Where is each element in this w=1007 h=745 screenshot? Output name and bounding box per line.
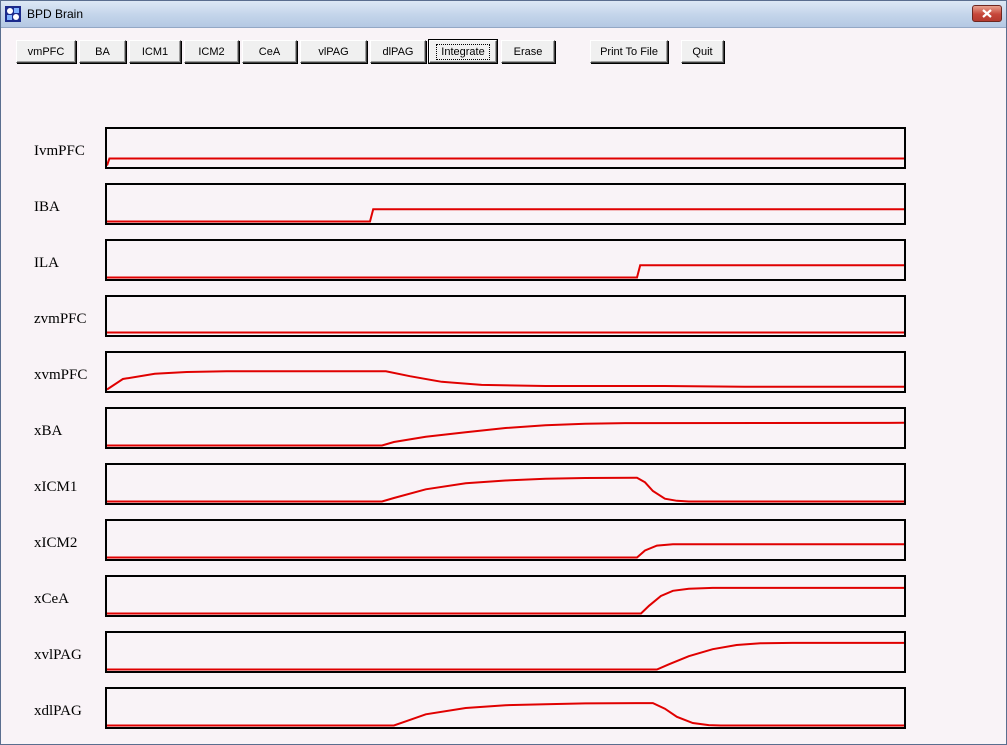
erase-button[interactable]: Erase: [501, 40, 555, 63]
plot-frame-iba: [105, 183, 906, 225]
panel-label-xdlpag: xdlPAG: [34, 703, 82, 719]
integrate-button-label: Integrate: [436, 43, 490, 60]
panel-label-xicm1: xICM1: [34, 479, 78, 495]
plot-frame-xdlpag: [105, 687, 906, 729]
trace-line-ila: [107, 264, 904, 279]
cea-button-label: CeA: [258, 45, 281, 58]
trace-line-xba: [107, 421, 904, 447]
trace-line-xdlpag: [107, 702, 904, 727]
close-button[interactable]: [972, 5, 1002, 22]
vlpag-button[interactable]: vlPAG: [300, 40, 367, 63]
plot-frame-ivmpfc: [105, 127, 906, 169]
erase-button-label: Erase: [513, 45, 543, 58]
app-window: BPD Brain vmPFC BA ICM1 ICM2 CeA vlPAG d…: [0, 0, 1007, 745]
plot-area-xvmpfc: [107, 370, 904, 391]
plot-area-ila: [107, 264, 904, 279]
plot-area-xvlpag: [107, 641, 904, 671]
plot-frame-ila: [105, 239, 906, 281]
trace-line-xicm1: [107, 476, 904, 503]
trace-line-ivmpfc: [107, 157, 904, 166]
icm1-button[interactable]: ICM1: [129, 40, 181, 63]
plot-area-xba: [107, 421, 904, 447]
plot-frame-xicm2: [105, 519, 906, 561]
app-icon: [5, 6, 21, 22]
plot-area-iba: [107, 208, 904, 223]
quit-button-label: Quit: [692, 45, 713, 58]
panel-label-xcea: xCeA: [34, 591, 69, 607]
panel-label-ila: ILA: [34, 255, 59, 271]
plot-area-xcea: [107, 586, 904, 615]
panel-label-xba: xBA: [34, 423, 63, 439]
plot-area-ivmpfc: [107, 157, 904, 166]
plot-frame-xicm1: [105, 463, 906, 505]
cea-button[interactable]: CeA: [242, 40, 297, 63]
plot-area-xicm2: [107, 543, 904, 559]
print-to-file-button-label: Print To File: [600, 45, 658, 58]
title-bar[interactable]: BPD Brain: [1, 1, 1006, 28]
icm2-button-label: ICM2: [198, 45, 225, 58]
plot-area-xdlpag: [107, 702, 904, 727]
trace-line-xcea: [107, 586, 904, 615]
panel-label-xvmpfc: xvmPFC: [34, 367, 88, 383]
print-to-file-button[interactable]: Print To File: [590, 40, 668, 63]
integrate-button[interactable]: Integrate: [429, 40, 497, 63]
plot-frame-xba: [105, 407, 906, 449]
dlpag-button-label: dlPAG: [382, 45, 414, 58]
trace-line-xvlpag: [107, 641, 904, 671]
trace-line-iba: [107, 208, 904, 223]
plot-frame-xcea: [105, 575, 906, 617]
plot-area-xicm1: [107, 476, 904, 503]
close-icon: [982, 9, 992, 18]
vmpfc-button-label: vmPFC: [27, 45, 65, 58]
panel-label-iba: IBA: [34, 199, 60, 215]
panel-label-zvmpfc: zvmPFC: [34, 311, 87, 327]
client-area: vmPFC BA ICM1 ICM2 CeA vlPAG dlPAG Integ…: [1, 28, 1006, 744]
plot-area-zvmpfc: [107, 331, 904, 334]
quit-button[interactable]: Quit: [681, 40, 724, 63]
trace-line-xicm2: [107, 543, 904, 559]
window-title: BPD Brain: [27, 7, 84, 21]
trace-line-xvmpfc: [107, 370, 904, 391]
icm2-button[interactable]: ICM2: [184, 40, 239, 63]
plot-frame-zvmpfc: [105, 295, 906, 337]
panel-label-ivmpfc: IvmPFC: [34, 143, 85, 159]
icm1-button-label: ICM1: [141, 45, 169, 58]
plot-frame-xvmpfc: [105, 351, 906, 393]
panel-label-xicm2: xICM2: [34, 535, 78, 551]
dlpag-button[interactable]: dlPAG: [370, 40, 426, 63]
ba-button[interactable]: BA: [79, 40, 126, 63]
vlpag-button-label: vlPAG: [318, 45, 349, 58]
panel-label-xvlpag: xvlPAG: [34, 647, 82, 663]
plot-frame-xvlpag: [105, 631, 906, 673]
ba-button-label: BA: [95, 45, 110, 58]
vmpfc-button[interactable]: vmPFC: [16, 40, 76, 63]
